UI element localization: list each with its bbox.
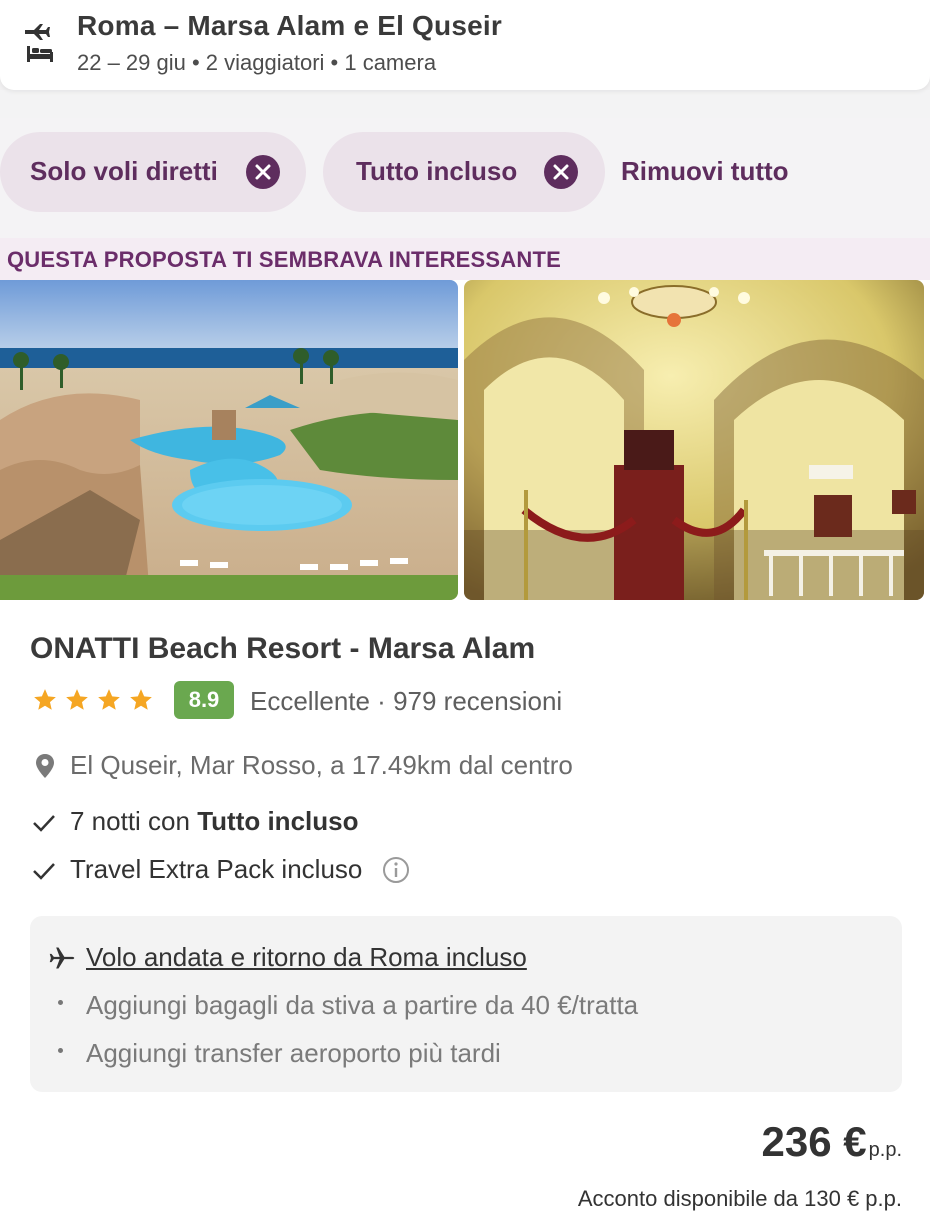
filter-chip-label: Tutto incluso	[356, 156, 518, 186]
flight-option-transfer: Aggiungi transfer aeroporto più tardi	[86, 1038, 501, 1068]
close-circle-icon[interactable]	[544, 155, 578, 189]
checkmark-icon	[33, 863, 55, 880]
review-summary[interactable]: Eccellente · 979 recensioni	[250, 686, 562, 717]
trip-summary-header[interactable]: Roma – Marsa Alam e El Quseir 22 – 29 gi…	[0, 0, 930, 90]
checkmark-icon	[33, 815, 55, 832]
flight-hotel-icon	[22, 22, 58, 66]
trip-title: Roma – Marsa Alam e El Quseir	[77, 10, 502, 41]
filter-chip-label: Solo voli diretti	[30, 156, 218, 186]
hotel-name[interactable]: ONATTI Beach Resort - Marsa Alam	[30, 632, 535, 666]
filter-chip-all-inclusive[interactable]: Tutto incluso	[323, 132, 605, 212]
recommendation-banner: QUESTA PROPOSTA TI SEMBRAVA INTERESSANTE	[0, 238, 930, 280]
filter-chip-direct-flights[interactable]: Solo voli diretti	[0, 132, 306, 212]
rating-row: 8.9 Eccellente · 979 recensioni	[32, 680, 892, 720]
feature-extra-pack: Travel Extra Pack incluso	[32, 854, 892, 888]
location-row: El Quseir, Mar Rosso, a 17.49km dal cent…	[32, 750, 892, 784]
price-unit: p.p.	[868, 1139, 902, 1161]
deposit-info: Acconto disponibile da 130 € p.p.	[577, 1186, 902, 1211]
airplane-icon	[49, 947, 75, 969]
flight-option-baggage: Aggiungi bagagli da stiva a partire da 4…	[86, 990, 639, 1020]
hotel-photo-lobby[interactable]	[464, 280, 924, 600]
bullet-dot	[58, 1000, 63, 1005]
close-circle-icon[interactable]	[246, 155, 280, 189]
star-icon	[34, 689, 56, 710]
star-icon	[130, 689, 152, 710]
feature-nights: 7 notti con	[70, 806, 198, 836]
star-icon	[98, 689, 120, 710]
feature-board-type: Tutto incluso	[197, 806, 359, 836]
hotel-location: El Quseir, Mar Rosso, a 17.49km dal cent…	[70, 750, 573, 780]
review-score-badge: 8.9	[174, 681, 234, 719]
filter-chips-bar: Solo voli diretti Tutto incluso Rimuovi …	[0, 118, 930, 238]
bullet-dot	[58, 1048, 63, 1053]
price-amount: 236 €	[761, 1118, 867, 1165]
remove-all-filters-link[interactable]: Rimuovi tutto	[621, 156, 789, 187]
feature-extra-pack-label: Travel Extra Pack incluso	[70, 854, 363, 884]
banner-text: QUESTA PROPOSTA TI SEMBRAVA INTERESSANTE	[7, 247, 561, 272]
star-icon	[66, 689, 88, 710]
flight-info-box: Volo andata e ritorno da Roma incluso Ag…	[30, 916, 902, 1092]
map-pin-icon	[36, 754, 54, 778]
hotel-photo-pool[interactable]	[0, 280, 458, 600]
trip-details: 22 – 29 giu • 2 viaggiatori • 1 camera	[77, 50, 437, 75]
info-icon[interactable]	[382, 856, 410, 884]
price-block: 236 € p.p.	[762, 1118, 902, 1166]
feature-board: 7 notti con Tutto incluso	[32, 806, 892, 840]
flight-details-link[interactable]: Volo andata e ritorno da Roma incluso	[86, 942, 527, 973]
